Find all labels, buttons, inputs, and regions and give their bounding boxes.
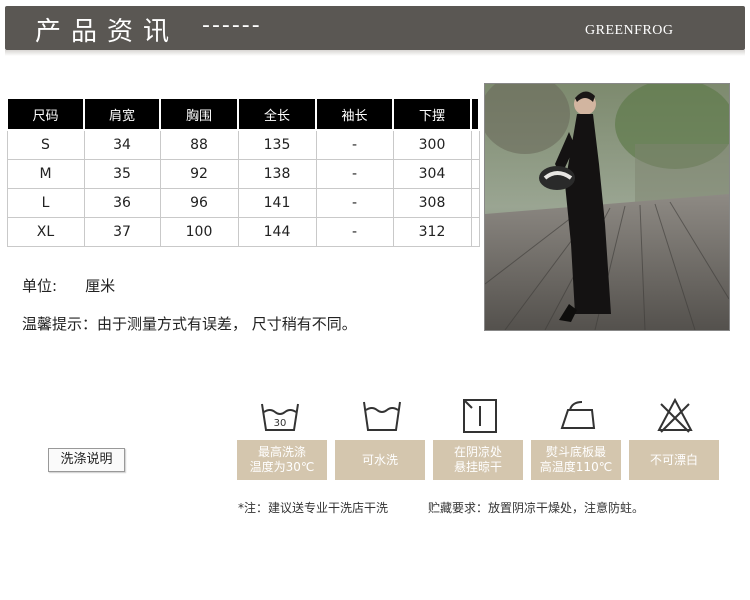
table-cell: XL <box>6 217 85 247</box>
header-cell: 全长 <box>237 97 317 131</box>
table-cell: 312 <box>392 217 472 247</box>
table-cell: 300 <box>392 129 472 160</box>
table-cell: - <box>315 129 394 160</box>
table-cell: 135 <box>237 129 317 160</box>
table-row: XL 37 100 144 - 312 <box>6 217 480 247</box>
care-label-dry-shade: 在阴凉处 悬挂晾干 <box>433 440 523 480</box>
table-cell: 88 <box>159 129 239 160</box>
care-label-no-bleach: 不可漂白 <box>629 440 719 480</box>
no-bleach-icon <box>655 396 695 436</box>
table-cell-spacer <box>470 159 480 189</box>
wash-temperature-text: 30 <box>274 418 287 429</box>
table-cell: - <box>315 188 394 218</box>
table-cell: L <box>6 188 85 218</box>
header-cell: 袖长 <box>315 97 394 131</box>
table-cell: 100 <box>159 217 239 247</box>
table-cell: 92 <box>159 159 239 189</box>
table-cell: 35 <box>83 159 161 189</box>
header-cell-spacer <box>470 97 480 131</box>
header-shadow <box>5 50 745 56</box>
table-row: M 35 92 138 - 304 <box>6 159 480 189</box>
wash-30-icon: 30 <box>260 396 300 436</box>
care-label-text: 不可漂白 <box>649 452 698 467</box>
size-table-header: 尺码 肩宽 胸围 全长 袖长 下摆 <box>6 97 480 131</box>
table-cell: 34 <box>83 129 161 160</box>
table-cell-spacer <box>470 217 480 247</box>
table-cell: S <box>6 129 85 160</box>
table-cell: 141 <box>237 188 317 218</box>
size-table: 尺码 肩宽 胸围 全长 袖长 下摆 S 34 88 135 - 300 M 35… <box>6 97 480 247</box>
care-label-iron: 熨斗底板最 高温度110℃ <box>531 440 621 480</box>
brand-name: GREENFROG <box>585 23 674 38</box>
header-cell: 胸围 <box>159 97 239 131</box>
page-title: 产品资讯 <box>35 17 180 47</box>
storage-note: 贮藏要求：放置阴凉干燥处，注意防蛀。 <box>428 501 645 515</box>
table-cell-spacer <box>470 129 480 160</box>
care-label-wash-30: 最高洗涤 温度为30℃ <box>237 440 327 480</box>
header-cell: 肩宽 <box>83 97 161 131</box>
wash-instructions-button[interactable]: 洗涤说明 <box>48 448 125 472</box>
table-cell: 37 <box>83 217 161 247</box>
title-dashes: ------ <box>202 13 262 38</box>
iron-icon <box>558 396 598 436</box>
unit-value: 厘米 <box>85 277 116 295</box>
dry-shade-icon <box>460 396 500 436</box>
unit-label: 单位: <box>22 277 58 295</box>
table-cell: 96 <box>159 188 239 218</box>
unit-line: 单位: 厘米 <box>22 275 115 296</box>
table-cell: M <box>6 159 85 189</box>
care-label-text: 在阴凉处 悬挂晾干 <box>453 445 502 474</box>
care-label-text: 最高洗涤 温度为30℃ <box>249 445 315 474</box>
hand-wash-icon <box>362 396 402 436</box>
table-cell: 36 <box>83 188 161 218</box>
header-cell: 下摆 <box>392 97 472 131</box>
table-cell: 138 <box>237 159 317 189</box>
care-label-hand-wash: 可水洗 <box>335 440 425 480</box>
product-photo <box>484 83 730 331</box>
care-label-text: 熨斗底板最 高温度110℃ <box>539 445 613 474</box>
table-row: L 36 96 141 - 308 <box>6 188 480 218</box>
measurement-tip: 温馨提示：由于测量方式有误差， 尺寸稍有不同。 <box>22 315 357 333</box>
table-cell: 308 <box>392 188 472 218</box>
table-cell: - <box>315 217 394 247</box>
table-cell: 144 <box>237 217 317 247</box>
table-cell: - <box>315 159 394 189</box>
table-cell: 304 <box>392 159 472 189</box>
dry-clean-note: *注：建议送专业干洗店干洗 <box>238 501 389 515</box>
table-row: S 34 88 135 - 300 <box>6 129 480 160</box>
header-bar: 产品资讯 ------ GREENFROG <box>5 6 745 50</box>
care-label-text: 可水洗 <box>361 452 398 467</box>
header-cell: 尺码 <box>6 97 85 131</box>
table-cell-spacer <box>470 188 480 218</box>
